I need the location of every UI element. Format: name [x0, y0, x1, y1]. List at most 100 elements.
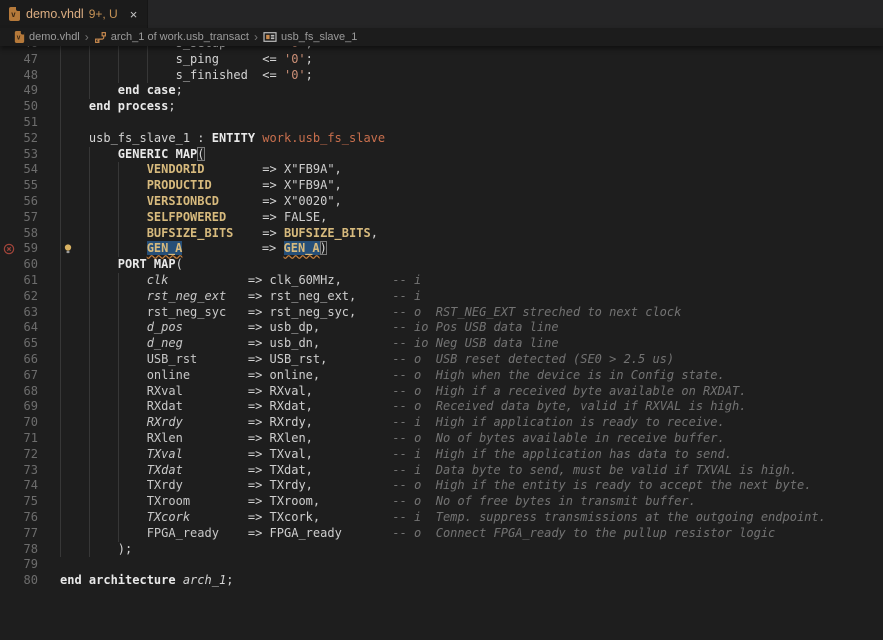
- code-text: end process;: [60, 99, 176, 115]
- code-line[interactable]: 60 PORT MAP(: [0, 257, 883, 273]
- line-number[interactable]: 77: [20, 526, 38, 542]
- code-line[interactable]: 57 SELFPOWERED => FALSE,: [0, 210, 883, 226]
- vhdl-file-icon: v: [9, 7, 20, 21]
- code-line[interactable]: 59 GEN_A => GEN_A): [0, 241, 883, 257]
- code-line[interactable]: 78 );: [0, 542, 883, 558]
- code-token: =>: [262, 178, 284, 192]
- code-token: RXrdy,: [270, 415, 313, 429]
- line-number[interactable]: 50: [20, 99, 38, 115]
- line-number[interactable]: 78: [20, 542, 38, 558]
- code-line[interactable]: 70 RXrdy => RXrdy, -- i High if applicat…: [0, 415, 883, 431]
- code-line[interactable]: 75 TXroom => TXroom, -- o No of free byt…: [0, 494, 883, 510]
- line-number[interactable]: 55: [20, 178, 38, 194]
- code-token: [60, 83, 118, 97]
- code-line[interactable]: 63 rst_neg_syc => rst_neg_syc, -- o RST_…: [0, 305, 883, 321]
- code-text: VERSIONBCD => X"0020",: [60, 194, 342, 210]
- code-token: -- i: [392, 273, 421, 287]
- code-token: =>: [248, 526, 270, 540]
- line-number[interactable]: 48: [20, 68, 38, 84]
- breadcrumb-item-instance[interactable]: usb_fs_slave_1: [263, 31, 357, 43]
- code-token: =>: [248, 273, 270, 287]
- error-icon: [3, 243, 15, 255]
- line-number[interactable]: 66: [20, 352, 38, 368]
- line-number[interactable]: 74: [20, 478, 38, 494]
- code-line[interactable]: 50 end process;: [0, 99, 883, 115]
- line-number[interactable]: 49: [20, 83, 38, 99]
- code-line[interactable]: 67 online => online, -- o High when the …: [0, 368, 883, 384]
- code-line[interactable]: 71 RXlen => RXlen, -- o No of bytes avai…: [0, 431, 883, 447]
- breadcrumb-item-file[interactable]: v demo.vhdl: [14, 30, 80, 44]
- code-token: [60, 384, 147, 398]
- line-number[interactable]: 54: [20, 162, 38, 178]
- code-token: SELFPOWERED: [147, 210, 263, 224]
- line-number[interactable]: 57: [20, 210, 38, 226]
- code-line[interactable]: 48 s_finished <= '0';: [0, 68, 883, 84]
- code-line[interactable]: 73 TXdat => TXdat, -- i Data byte to sen…: [0, 463, 883, 479]
- code-token: TXrdy,: [270, 478, 313, 492]
- code-line[interactable]: 52 usb_fs_slave_1 : ENTITY work.usb_fs_s…: [0, 131, 883, 147]
- code-token: VENDORID: [147, 162, 263, 176]
- code-line[interactable]: 54 VENDORID => X"FB9A",: [0, 162, 883, 178]
- code-line[interactable]: 53 GENERIC MAP(: [0, 147, 883, 163]
- code-line[interactable]: 72 TXval => TXval, -- i High if the appl…: [0, 447, 883, 463]
- line-number[interactable]: 61: [20, 273, 38, 289]
- code-token: USB_rst,: [270, 352, 328, 366]
- code-token: '0': [284, 52, 306, 66]
- code-line[interactable]: 64 d_pos => usb_dp, -- io Pos USB data l…: [0, 320, 883, 336]
- code-token: PORT MAP: [118, 257, 176, 271]
- code-line[interactable]: 51: [0, 115, 883, 131]
- code-line[interactable]: 62 rst_neg_ext => rst_neg_ext, -- i: [0, 289, 883, 305]
- line-number[interactable]: 71: [20, 431, 38, 447]
- code-token: ;: [306, 68, 313, 82]
- code-line[interactable]: 79: [0, 557, 883, 573]
- code-line[interactable]: 61 clk => clk_60MHz, -- i: [0, 273, 883, 289]
- line-number[interactable]: 56: [20, 194, 38, 210]
- line-number[interactable]: 72: [20, 447, 38, 463]
- line-number[interactable]: 62: [20, 289, 38, 305]
- code-line[interactable]: 49 end case;: [0, 83, 883, 99]
- code-text: BUFSIZE_BITS => BUFSIZE_BITS,: [60, 226, 378, 242]
- line-number[interactable]: 67: [20, 368, 38, 384]
- line-number[interactable]: 53: [20, 147, 38, 163]
- code-line[interactable]: 65 d_neg => usb_dn, -- io Neg USB data l…: [0, 336, 883, 352]
- line-number[interactable]: 47: [20, 52, 38, 68]
- line-number[interactable]: 76: [20, 510, 38, 526]
- line-number[interactable]: 80: [20, 573, 38, 589]
- line-number[interactable]: 75: [20, 494, 38, 510]
- code-text: d_pos => usb_dp, -- io Pos USB data line: [60, 320, 559, 336]
- line-number[interactable]: 63: [20, 305, 38, 321]
- code-editor[interactable]: 46 s_setup <= '0';47 s_ping <= '0';48 s_…: [0, 28, 883, 640]
- line-number[interactable]: 51: [20, 115, 38, 131]
- line-number[interactable]: 68: [20, 384, 38, 400]
- close-icon[interactable]: ×: [130, 8, 138, 21]
- code-line[interactable]: 55 PRODUCTID => X"FB9A",: [0, 178, 883, 194]
- code-line[interactable]: 56 VERSIONBCD => X"0020",: [0, 194, 883, 210]
- code-token: [60, 510, 147, 524]
- code-line[interactable]: 80end architecture arch_1;: [0, 573, 883, 589]
- code-line[interactable]: 69 RXdat => RXdat, -- o Received data by…: [0, 399, 883, 415]
- tab-demo-vhdl[interactable]: v demo.vhdl 9+, U ×: [0, 0, 148, 28]
- line-number[interactable]: 79: [20, 557, 38, 573]
- code-line[interactable]: 77 FPGA_ready => FPGA_ready -- o Connect…: [0, 526, 883, 542]
- code-line[interactable]: 74 TXrdy => TXrdy, -- o High if the enti…: [0, 478, 883, 494]
- line-number[interactable]: 73: [20, 463, 38, 479]
- line-number[interactable]: 58: [20, 226, 38, 242]
- code-token: [342, 526, 393, 540]
- code-token: [60, 526, 147, 540]
- symbol-architecture-icon: [94, 31, 107, 44]
- code-line[interactable]: 58 BUFSIZE_BITS => BUFSIZE_BITS,: [0, 226, 883, 242]
- line-number[interactable]: 52: [20, 131, 38, 147]
- line-number[interactable]: 70: [20, 415, 38, 431]
- code-line[interactable]: 66 USB_rst => USB_rst, -- o USB reset de…: [0, 352, 883, 368]
- line-number[interactable]: 60: [20, 257, 38, 273]
- line-number[interactable]: 65: [20, 336, 38, 352]
- line-number[interactable]: 59: [20, 241, 38, 257]
- tab-problems-badge: 9+, U: [89, 7, 118, 21]
- line-number[interactable]: 69: [20, 399, 38, 415]
- code-line[interactable]: 76 TXcork => TXcork, -- i Temp. suppress…: [0, 510, 883, 526]
- line-number[interactable]: 64: [20, 320, 38, 336]
- breadcrumb-item-architecture[interactable]: arch_1 of work.usb_transact: [94, 31, 249, 44]
- code-line[interactable]: 68 RXval => RXval, -- o High if a receiv…: [0, 384, 883, 400]
- code-line[interactable]: 47 s_ping <= '0';: [0, 52, 883, 68]
- code-token: BUFSIZE_BITS: [284, 226, 371, 240]
